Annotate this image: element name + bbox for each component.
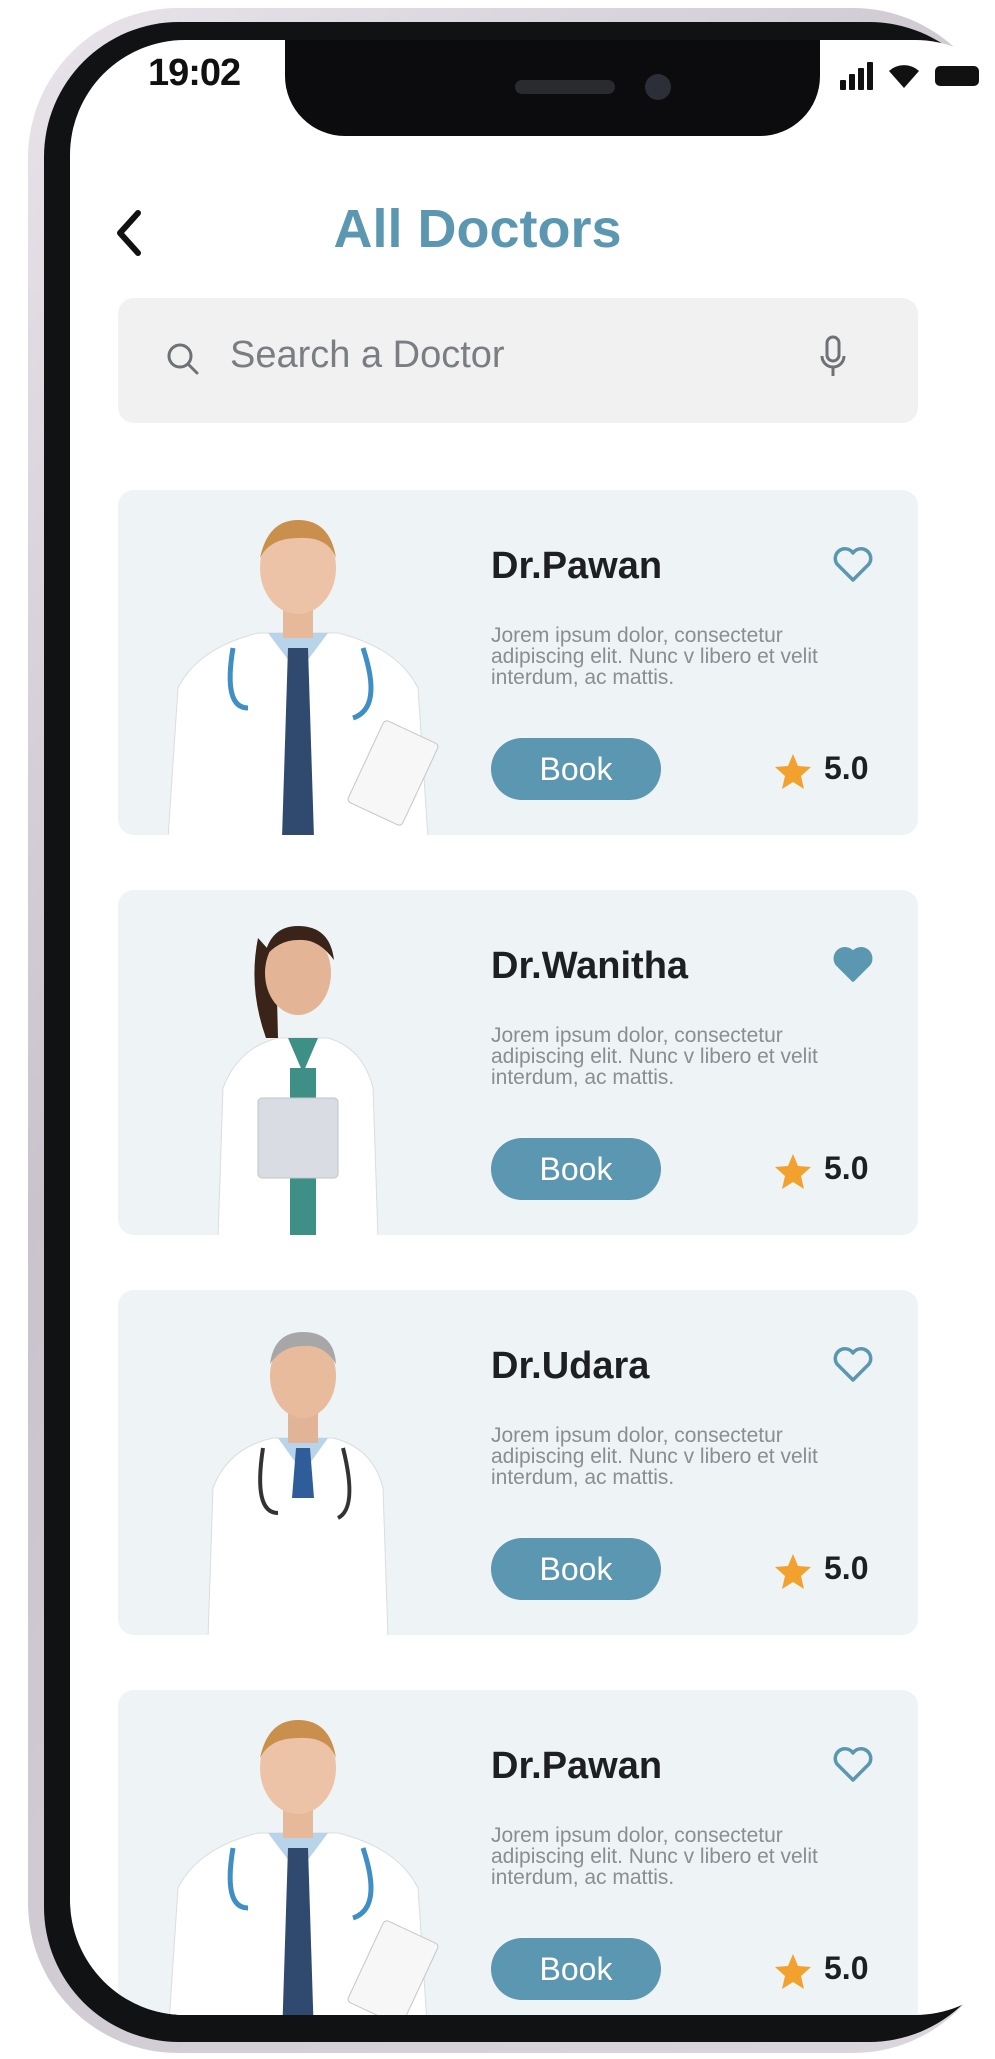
doctor-name: Dr.Pawan (491, 1745, 663, 1787)
signal-icon (840, 62, 873, 90)
battery-icon (935, 66, 979, 86)
microphone-icon[interactable] (818, 334, 848, 380)
search-bar[interactable]: Search a Doctor (118, 298, 918, 423)
doctor-description: Jorem ipsum dolor, consectetur adipiscin… (491, 1024, 818, 1089)
doctor-description: Jorem ipsum dolor, consectetur adipiscin… (491, 624, 818, 689)
page-title: All Doctors (333, 199, 622, 259)
doctor-name: Dr.Wanitha (491, 945, 689, 987)
doctor-description: Jorem ipsum dolor, consectetur adipiscin… (491, 1424, 818, 1489)
rating-value: 5.0 (824, 1550, 869, 1586)
doctor-name: Dr.Pawan (491, 545, 663, 587)
doctor-photo (169, 1720, 439, 2015)
search-input[interactable]: Search a Doctor (230, 334, 505, 377)
phone-notch (285, 40, 820, 136)
doctor-card[interactable]: Dr.Udara Jorem ipsum dolor, consectetur … (118, 1290, 918, 1635)
book-button[interactable]: Book (491, 1938, 661, 2000)
favorite-heart-icon[interactable] (832, 1346, 874, 1384)
speaker (515, 80, 615, 94)
doctor-card[interactable]: Dr.Pawan Jorem ipsum dolor, consectetur … (118, 1690, 918, 2015)
book-button[interactable]: Book (491, 738, 661, 800)
doctor-photo (207, 1332, 389, 1635)
doctor-photo (167, 520, 439, 835)
doctor-name: Dr.Udara (491, 1345, 650, 1387)
book-button[interactable]: Book (491, 1138, 661, 1200)
status-time: 19:02 (148, 52, 241, 94)
camera (645, 74, 671, 100)
doctor-card[interactable]: Dr.Wanitha Jorem ipsum dolor, consectetu… (118, 890, 918, 1235)
doctor-photo (217, 926, 379, 1235)
doctor-card[interactable]: Dr.Pawan Jorem ipsum dolor, consectetur … (118, 490, 918, 835)
favorite-heart-icon[interactable] (832, 546, 874, 584)
star-icon (775, 1154, 811, 1189)
favorite-heart-icon[interactable] (832, 1746, 874, 1784)
rating-value: 5.0 (824, 750, 869, 786)
app-screen: 19:02 All Doctors Search a Doctor Dr.Paw… (70, 40, 995, 2015)
favorite-heart-icon[interactable] (832, 946, 874, 984)
wifi-icon (889, 65, 919, 88)
star-icon (775, 1954, 811, 1989)
rating-value: 5.0 (824, 1150, 869, 1186)
status-icons (840, 60, 979, 90)
doctor-description: Jorem ipsum dolor, consectetur adipiscin… (491, 1824, 818, 1889)
book-button[interactable]: Book (491, 1538, 661, 1600)
star-icon (775, 1554, 811, 1589)
search-icon (167, 343, 199, 375)
star-icon (775, 754, 811, 789)
rating-value: 5.0 (824, 1950, 869, 1986)
